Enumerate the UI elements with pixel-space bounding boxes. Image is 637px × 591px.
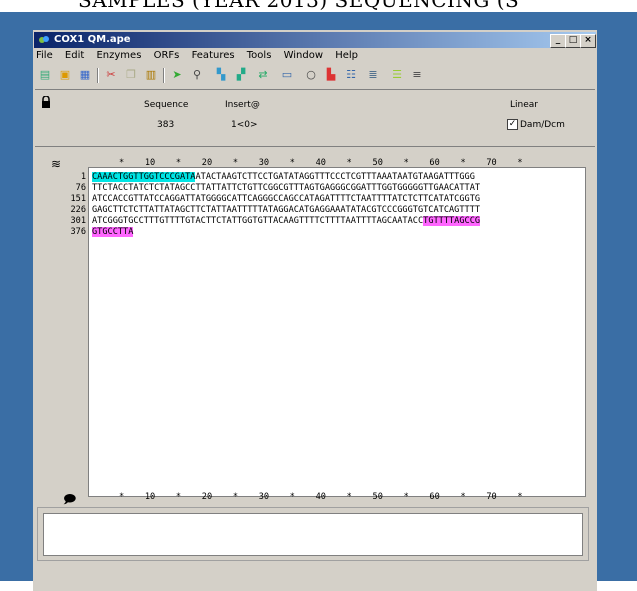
- ape-window: COX1 QM.ape _ □ × File Edit Enzymes ORFs…: [33, 30, 597, 591]
- graph-icon[interactable]: ▙: [323, 67, 339, 83]
- menu-orfs[interactable]: ORFs: [154, 50, 180, 61]
- ape-app-icon: [39, 36, 49, 43]
- sequence-label: Sequence: [144, 100, 189, 110]
- bottom-ruler: * 10 * 20 * 30 * 40 * 50 * 60 * 70 *: [119, 492, 523, 502]
- maximize-button[interactable]: □: [565, 34, 581, 48]
- find-icon[interactable]: ⚲: [189, 67, 205, 83]
- sequence-editor[interactable]: CAAACTGGTTGGTCCCGATAATACTAAGTCTTCCTGATAT…: [88, 167, 586, 497]
- linear-label[interactable]: Linear: [510, 100, 538, 110]
- sequence-row[interactable]: ATCCACCGTTATCCAGGATTATGGGGCATTCAGGGCCAGC…: [92, 194, 480, 204]
- info-panel: Sequence 383 Insert@ 1<0> Linear ✓ Dam/D…: [35, 89, 595, 147]
- color-icon[interactable]: ☰: [389, 67, 405, 83]
- menu-bar: File Edit Enzymes ORFs Features Tools Wi…: [36, 50, 367, 66]
- row-number: 76: [75, 183, 86, 193]
- sequence-text: ATACTAAGTCTTCCTGATATAGGTTTCCCTCGTTTAAATA…: [195, 172, 475, 182]
- sequence-text: GAGCTTCTCTTATTATAGCTTCTATTAATTTTTATAGGAC…: [92, 205, 481, 215]
- save-icon[interactable]: ▦: [77, 67, 93, 83]
- desktop: COX1 QM.ape _ □ × File Edit Enzymes ORFs…: [0, 12, 637, 591]
- sequence-row[interactable]: ATCGGGTGCCTTTGTTTTGTACTTCTATTGGTGTTACAAG…: [92, 216, 481, 226]
- copy-icon[interactable]: ❐: [123, 67, 139, 83]
- row-number: 376: [70, 227, 86, 237]
- sequence-row[interactable]: CAAACTGGTTGGTCCCGATAATACTAAGTCTTCCTGATAT…: [92, 172, 475, 182]
- enzyme-icon[interactable]: ▚: [213, 67, 229, 83]
- menu-file[interactable]: File: [36, 50, 53, 61]
- paste-icon[interactable]: ▥: [143, 67, 159, 83]
- row-number: 1: [80, 172, 86, 182]
- primer-feature-magenta[interactable]: GTGCCTTA: [92, 227, 134, 237]
- features-icon[interactable]: ▞: [233, 67, 249, 83]
- lock-icon[interactable]: [41, 96, 51, 108]
- table-icon[interactable]: ▭: [279, 67, 295, 83]
- minimize-button[interactable]: _: [550, 34, 566, 48]
- cursor-icon[interactable]: ➤: [169, 67, 185, 83]
- align-icon[interactable]: ☷: [343, 67, 359, 83]
- row-number: 301: [70, 216, 86, 226]
- sequence-text: ATCCACCGTTATCCAGGATTATGGGGCATTCAGGGCCAGC…: [92, 194, 481, 204]
- close-button[interactable]: ×: [580, 34, 596, 48]
- row-number: 226: [70, 205, 86, 215]
- menu-edit[interactable]: Edit: [65, 50, 84, 61]
- orf-icon[interactable]: ⇄: [255, 67, 271, 83]
- dam-dcm-label: Dam/Dcm: [520, 120, 565, 130]
- dam-dcm-checkbox[interactable]: ✓: [507, 119, 518, 130]
- background-heading-text: SAMPLES (YEAR 2013) SEQUENCING (S: [78, 0, 520, 12]
- circle-map-icon[interactable]: ○: [303, 67, 319, 83]
- cut-icon[interactable]: ✂: [103, 67, 119, 83]
- menu-enzymes[interactable]: Enzymes: [96, 50, 141, 61]
- menu-window[interactable]: Window: [284, 50, 323, 61]
- sequence-length-value: 383: [157, 120, 175, 130]
- insert-position-value: 1<0>: [231, 120, 258, 130]
- open-icon[interactable]: ▣: [57, 67, 73, 83]
- primer-feature-magenta[interactable]: TGTTTTAGCCG: [423, 216, 481, 226]
- window-title: COX1 QM.ape: [54, 34, 131, 45]
- sequence-text: TTCTACCTATCTCTATAGCCTTATTATTCTGTTCGGCGTT…: [92, 183, 481, 193]
- new-doc-icon[interactable]: ▤: [37, 67, 53, 83]
- primer-feature-cyan[interactable]: CAAACTGGTTGGTCCCGATA: [92, 172, 196, 182]
- insert-label: Insert@: [225, 100, 260, 110]
- list-icon[interactable]: ≡: [409, 67, 425, 83]
- layers-icon[interactable]: ≋: [51, 157, 61, 171]
- sequence-row[interactable]: GTGCCTTA: [92, 227, 134, 237]
- row-number: 151: [70, 194, 86, 204]
- title-bar[interactable]: COX1 QM.ape _ □ ×: [34, 32, 596, 48]
- notes-text-area[interactable]: [43, 513, 583, 556]
- menu-tools[interactable]: Tools: [247, 50, 272, 61]
- menu-help[interactable]: Help: [335, 50, 358, 61]
- menu-features[interactable]: Features: [192, 50, 235, 61]
- translate-icon[interactable]: ≣: [365, 67, 381, 83]
- sequence-row[interactable]: GAGCTTCTCTTATTATAGCTTCTATTAATTTTTATAGGAC…: [92, 205, 480, 215]
- sequence-row[interactable]: TTCTACCTATCTCTATAGCCTTATTATTCTGTTCGGCGTT…: [92, 183, 480, 193]
- sequence-text: ATCGGGTGCCTTTGTTTTGTACTTCTATTGGTGTTACAAG…: [92, 216, 424, 226]
